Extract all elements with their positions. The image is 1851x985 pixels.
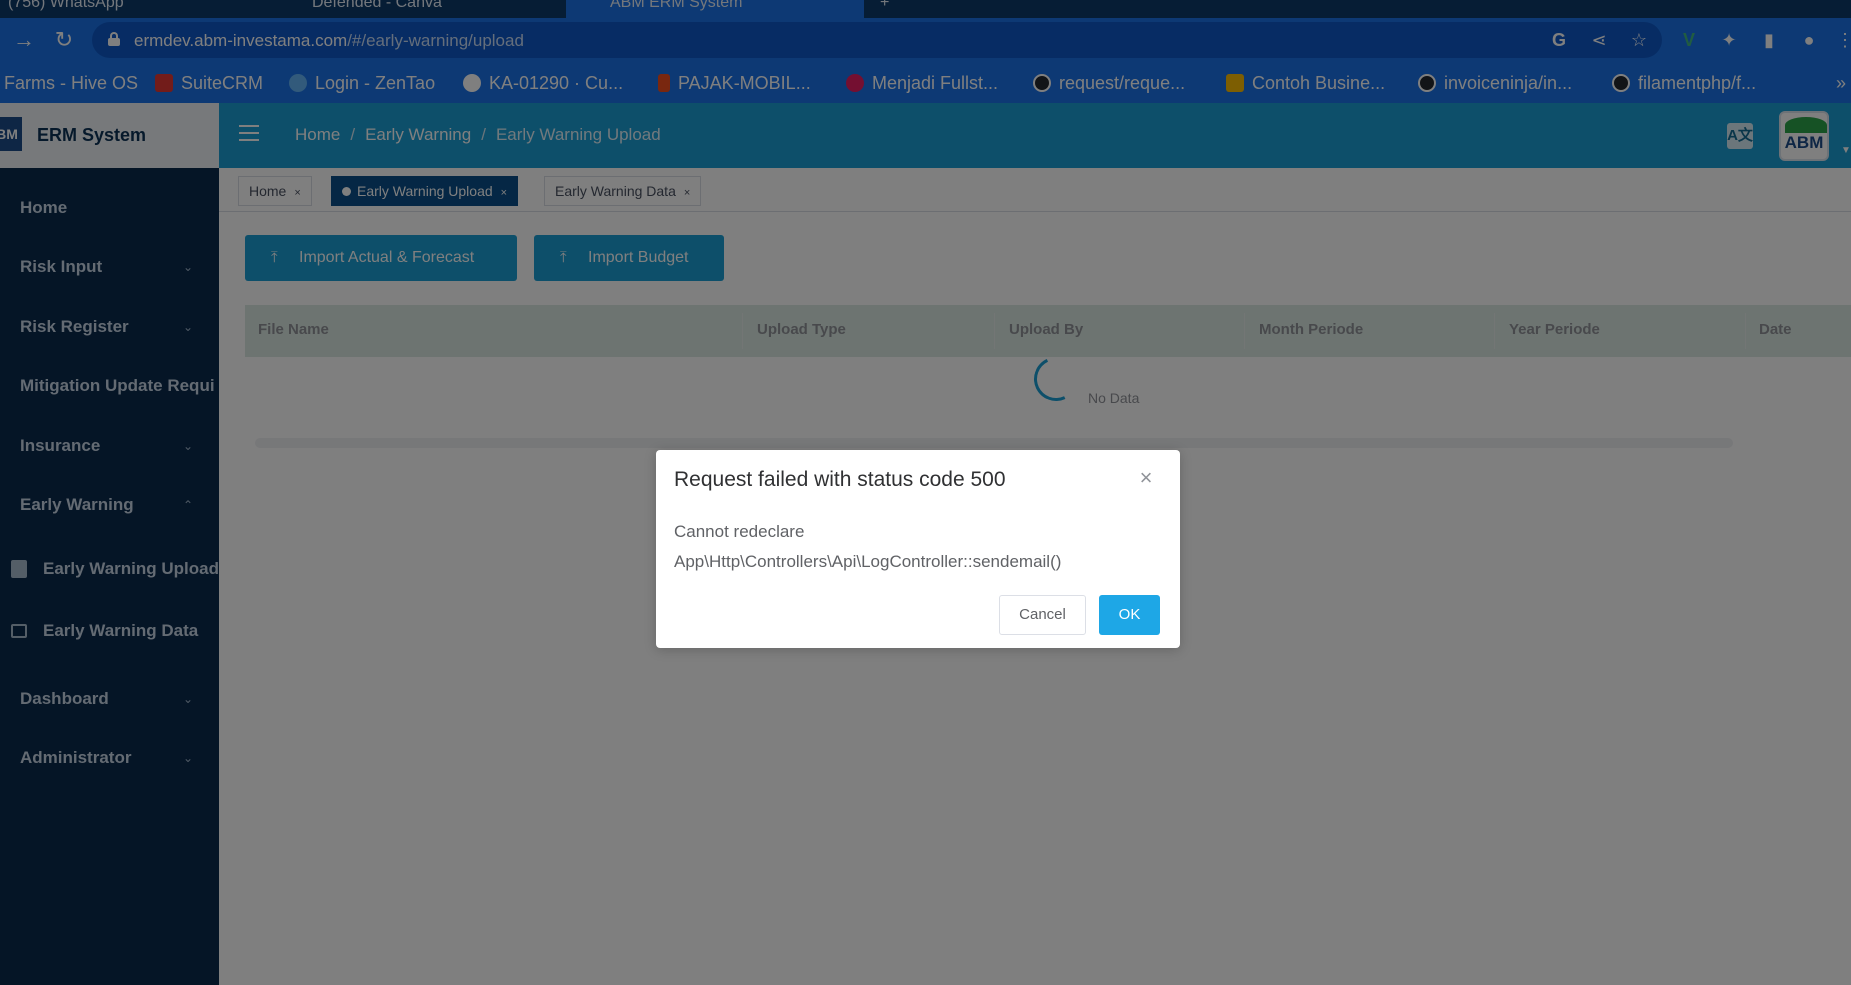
ok-button[interactable]: OK — [1099, 595, 1160, 635]
cancel-button[interactable]: Cancel — [999, 595, 1086, 635]
error-dialog: Request failed with status code 500 × Ca… — [656, 450, 1180, 648]
dialog-title: Request failed with status code 500 — [674, 468, 1006, 491]
dialog-message-line1: Cannot redeclare — [674, 522, 805, 541]
close-icon[interactable]: × — [1134, 466, 1158, 490]
dialog-message-line2: App\Http\Controllers\Api\LogController::… — [674, 552, 1062, 571]
